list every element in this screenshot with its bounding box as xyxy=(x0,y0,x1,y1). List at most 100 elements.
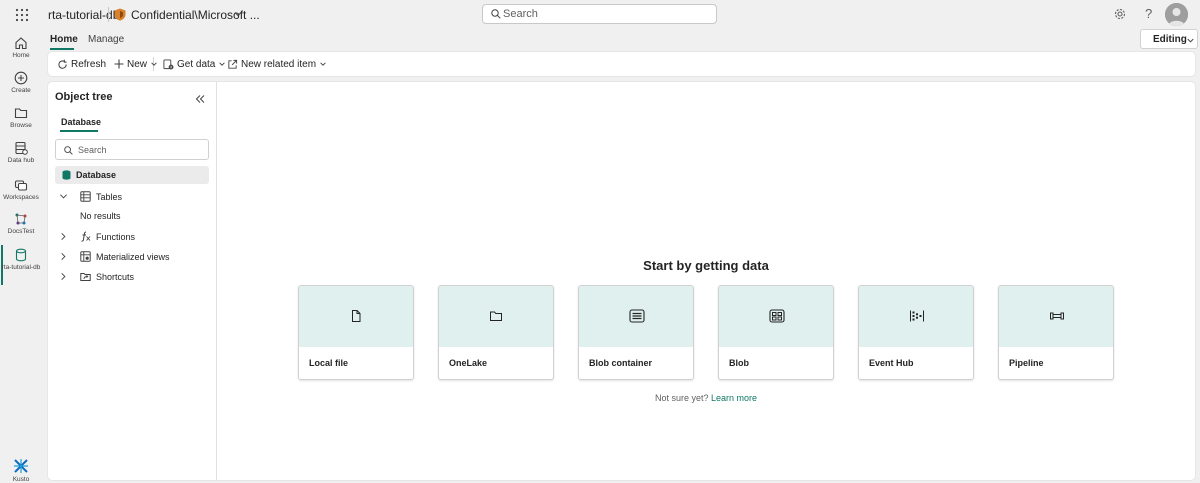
nav-kusto-label: Kusto xyxy=(12,476,30,483)
tab-database-underline xyxy=(60,130,98,132)
title-divider xyxy=(108,7,109,22)
chevron-down-icon xyxy=(219,62,226,66)
nav-create-label: Create xyxy=(11,87,31,94)
nav-data-hub[interactable]: Data hub xyxy=(0,136,42,170)
tree-node-label: Tables xyxy=(96,192,123,202)
nav-browse[interactable]: Browse xyxy=(0,101,42,135)
source-card-label: Pipeline xyxy=(1009,358,1044,368)
tree-node-tables[interactable]: Tables xyxy=(59,190,209,204)
top-bar: rta-tutorial-db Confidential\Microsoft .… xyxy=(0,0,1200,29)
card-header xyxy=(579,286,693,347)
search-icon xyxy=(491,9,501,19)
tree-search-input[interactable] xyxy=(78,144,203,156)
source-card-onelake[interactable]: OneLake xyxy=(438,285,554,380)
sensitivity-shield-icon xyxy=(114,8,126,21)
card-header xyxy=(999,286,1113,347)
nav-kusto[interactable]: Kusto xyxy=(0,453,42,483)
nav-workspaces[interactable]: Workspaces xyxy=(0,173,42,207)
source-card-label: Local file xyxy=(309,358,349,368)
refresh-icon xyxy=(58,59,67,69)
tree-node-functions[interactable]: Functions xyxy=(59,230,209,244)
global-search[interactable] xyxy=(482,4,717,24)
plus-circle-icon xyxy=(14,71,28,85)
help-icon[interactable]: ? xyxy=(1145,6,1152,21)
object-tree-panel: Object tree Database Database Tables No … xyxy=(48,82,217,480)
tab-database[interactable]: Database xyxy=(61,117,101,127)
ribbon-toolbar: Refresh New Get data New related item xyxy=(48,52,1195,76)
card-header xyxy=(719,286,833,347)
learn-more-link[interactable]: Learn more xyxy=(711,393,757,403)
refresh-label: Refresh xyxy=(71,58,107,70)
tree-root-label: Database xyxy=(76,170,117,180)
function-icon xyxy=(81,231,91,242)
folder-icon xyxy=(490,311,502,321)
database-icon xyxy=(62,170,71,180)
source-card-local-file[interactable]: Local file xyxy=(298,285,414,380)
object-tree-title: Object tree xyxy=(55,91,113,103)
user-avatar-icon xyxy=(1165,3,1188,26)
search-icon xyxy=(64,146,73,155)
help-footer: Not sure yet? Learn more xyxy=(217,393,1195,403)
nav-browse-label: Browse xyxy=(10,122,32,129)
mode-label: Editing xyxy=(1153,34,1187,45)
chevron-down-icon[interactable] xyxy=(59,192,68,201)
nav-rta-tutorial-db[interactable]: rta-tutorial-db xyxy=(0,243,42,287)
workspace-icon xyxy=(15,213,27,225)
chevron-right-icon[interactable] xyxy=(59,232,68,241)
source-card-blob-container[interactable]: Blob container xyxy=(578,285,694,380)
settings-gear-icon[interactable] xyxy=(1113,7,1127,21)
workspaces-icon xyxy=(14,180,28,191)
card-header xyxy=(439,286,553,347)
chevron-down-icon xyxy=(1187,38,1194,43)
tab-home[interactable]: Home xyxy=(50,34,78,45)
source-card-blob[interactable]: Blob xyxy=(718,285,834,380)
new-related-item-label: New related item xyxy=(241,58,317,70)
table-icon xyxy=(80,191,91,202)
blob-icon xyxy=(769,309,785,323)
chevron-down-icon xyxy=(151,62,157,66)
tree-root-database[interactable]: Database xyxy=(55,166,209,184)
left-navigation: Home Create Browse Data hub Workspaces D… xyxy=(0,29,42,483)
global-search-input[interactable] xyxy=(503,7,703,21)
avatar[interactable] xyxy=(1165,3,1188,26)
source-card-label: Blob container xyxy=(589,358,653,368)
no-results-text: No results xyxy=(80,211,121,221)
tab-manage[interactable]: Manage xyxy=(88,34,124,45)
collapse-pane-icon[interactable] xyxy=(195,94,205,104)
blob-container-icon xyxy=(629,309,645,323)
nav-rta-tutorial-db-label: rta-tutorial-db xyxy=(1,264,41,271)
tree-search[interactable] xyxy=(55,139,209,160)
file-icon xyxy=(352,310,361,322)
chevron-right-icon[interactable] xyxy=(59,272,68,281)
chevron-down-icon[interactable] xyxy=(233,9,243,19)
nav-data-hub-label: Data hub xyxy=(7,157,35,164)
pipeline-icon xyxy=(1050,312,1064,320)
ribbon-tabs: Home Manage xyxy=(48,29,1198,51)
main-panel: Object tree Database Database Tables No … xyxy=(48,82,1195,480)
nav-docstest[interactable]: DocsTest xyxy=(0,207,42,241)
nav-docstest-label: DocsTest xyxy=(7,228,35,235)
folder-icon xyxy=(14,108,28,119)
new-related-item-button[interactable]: New related item xyxy=(227,57,327,71)
source-card-label: OneLake xyxy=(449,358,488,368)
help-footer-text: Not sure yet? xyxy=(654,393,709,403)
home-icon xyxy=(15,37,27,50)
mode-dropdown[interactable]: Editing xyxy=(1140,29,1198,49)
data-hub-icon xyxy=(15,141,28,155)
new-button[interactable]: New xyxy=(114,57,158,71)
get-data-label: Get data xyxy=(177,58,216,70)
source-card-event-hub[interactable]: Event Hub xyxy=(858,285,974,380)
source-card-pipeline[interactable]: Pipeline xyxy=(998,285,1114,380)
app-launcher-icon[interactable] xyxy=(15,8,29,22)
source-card-label: Event Hub xyxy=(869,358,914,368)
nav-home-label: Home xyxy=(12,52,30,59)
nav-create[interactable]: Create xyxy=(0,66,42,100)
nav-home[interactable]: Home xyxy=(0,31,42,65)
get-data-icon xyxy=(163,58,174,69)
event-hub-icon xyxy=(910,310,924,322)
new-label: New xyxy=(127,58,148,70)
get-data-button[interactable]: Get data xyxy=(163,57,226,71)
refresh-button[interactable]: Refresh xyxy=(57,57,106,71)
plus-icon xyxy=(114,59,124,69)
tree-node-label: Functions xyxy=(96,232,136,242)
